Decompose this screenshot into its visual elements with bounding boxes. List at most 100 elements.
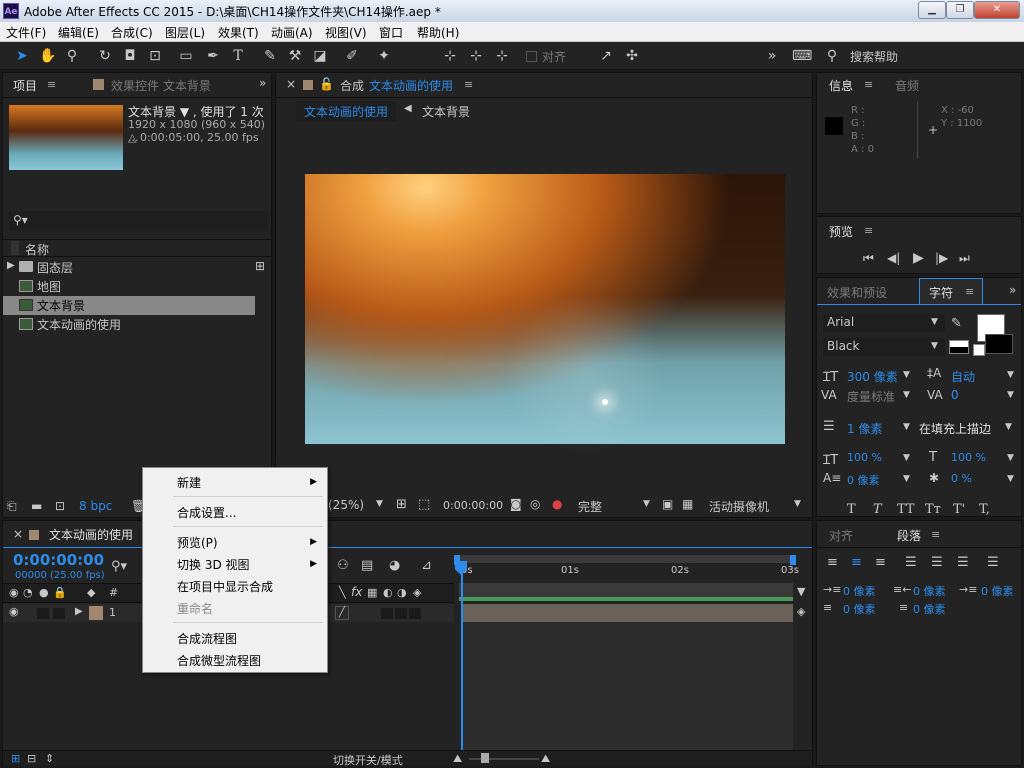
menu-item-comp-mini-flowchart[interactable]: 合成微型流程图 xyxy=(177,652,261,669)
tab-effect-controls[interactable]: 效果控件 文本背景 xyxy=(111,77,211,94)
menu-edit[interactable]: 编辑(E) xyxy=(58,24,99,41)
camera-dropdown-icon[interactable]: ▼ xyxy=(794,499,801,509)
previous-frame-icon[interactable]: ◀| xyxy=(887,251,900,265)
list-item[interactable]: 文本动画的使用 xyxy=(3,315,271,334)
close-button[interactable]: ✕ xyxy=(974,1,1020,19)
font-size-dropdown-icon[interactable]: ▼ xyxy=(903,370,910,380)
menu-help[interactable]: 帮助(H) xyxy=(417,24,459,41)
comp-timecode[interactable]: 0:00:00:00 xyxy=(443,499,503,512)
baseline-dropdown-icon[interactable]: ▼ xyxy=(903,474,910,484)
tab-character[interactable]: 字符 xyxy=(929,284,953,301)
rotate-tool-icon[interactable]: ↻ xyxy=(95,46,115,66)
preview-menu-icon[interactable]: ≡ xyxy=(864,224,873,237)
minimize-button[interactable]: ▁ xyxy=(918,1,946,19)
expand-panes-icon[interactable]: ⊟ xyxy=(27,752,36,765)
indent-left-value[interactable]: 0 像素 xyxy=(843,583,876,599)
switch-toggle[interactable] xyxy=(395,608,407,619)
text-tool-icon[interactable]: T xyxy=(228,46,248,66)
leading-value[interactable]: 自动 xyxy=(951,368,975,385)
comp-flowchart-icon[interactable]: ⊞ xyxy=(11,752,20,765)
close-tab-icon[interactable]: × xyxy=(286,77,296,91)
menu-view[interactable]: 视图(V) xyxy=(325,24,367,41)
list-item[interactable]: ▶ 固态层 ⊞ xyxy=(3,258,271,277)
font-dropdown-icon[interactable]: ▼ xyxy=(931,317,938,327)
selection-tool-icon[interactable]: ➤ xyxy=(12,46,32,66)
rectangle-tool-icon[interactable]: ▭ xyxy=(176,46,196,66)
channel-icon[interactable]: ● xyxy=(552,497,562,511)
align-right-icon[interactable]: ≡ xyxy=(875,555,886,570)
stroke-mode-dropdown-icon[interactable]: ▼ xyxy=(1005,422,1012,432)
list-item-selected[interactable]: 文本背景 xyxy=(3,296,255,315)
style-dropdown-icon[interactable]: ▼ xyxy=(931,341,938,351)
info-menu-icon[interactable]: ≡ xyxy=(864,78,873,91)
layer-visibility-icon[interactable]: ◉ xyxy=(9,605,19,618)
close-tab-icon[interactable]: × xyxy=(13,527,23,541)
axis-view-icon[interactable]: ⊹ xyxy=(492,46,512,66)
menu-item-new[interactable]: 新建 xyxy=(177,474,201,491)
maximize-button[interactable]: ❐ xyxy=(946,1,974,19)
clone-stamp-tool-icon[interactable]: ⚒ xyxy=(285,46,305,66)
toggle-switches-modes[interactable]: 切换开关/模式 xyxy=(333,752,403,768)
align-left-icon[interactable]: ≡ xyxy=(827,555,838,570)
breadcrumb-current[interactable]: 文本动画的使用 xyxy=(296,101,397,121)
timeline-nav-icon[interactable]: ◈ xyxy=(797,605,805,618)
menu-item-comp-settings[interactable]: 合成设置... xyxy=(177,504,236,521)
stroke-color-swatch[interactable] xyxy=(985,334,1013,354)
transparency-grid-icon[interactable]: ▦ xyxy=(682,497,693,511)
menu-item-toggle-3d-view[interactable]: 切换 3D 视图 xyxy=(177,556,250,573)
vertical-scale-value[interactable]: 100 % xyxy=(847,451,882,464)
snap-icon[interactable]: ↗ xyxy=(596,46,616,66)
menu-layer[interactable]: 图层(L) xyxy=(165,24,205,41)
roto-brush-tool-icon[interactable]: ✐ xyxy=(342,46,362,66)
fast-preview-icon[interactable]: ▣ xyxy=(662,497,673,511)
character-menu-icon[interactable]: ≡ xyxy=(965,285,974,298)
comp-tab-name[interactable]: 文本动画的使用 xyxy=(369,77,453,94)
eye-icon[interactable]: ◉ xyxy=(9,586,19,599)
tab-paragraph[interactable]: 段落 xyxy=(897,527,921,544)
list-item[interactable]: 地图 xyxy=(3,277,271,296)
workspace-icon[interactable]: ⌨ xyxy=(792,46,812,66)
timeline-track-area[interactable] xyxy=(461,622,793,750)
project-search-input[interactable]: ⚲▾ xyxy=(9,211,267,231)
last-frame-icon[interactable]: ⏭ xyxy=(959,251,970,266)
menu-item-preview[interactable]: 预览(P) xyxy=(177,534,218,551)
subscript-button[interactable]: T, xyxy=(979,502,990,517)
frame-blend-switch-icon[interactable]: ▦ xyxy=(367,586,377,599)
layer-expand-icon[interactable]: ▶ xyxy=(75,606,83,617)
menu-item-comp-flowchart[interactable]: 合成流程图 xyxy=(177,630,237,647)
timeline-search-icon[interactable]: ⚲▾ xyxy=(111,559,127,574)
space-after-value[interactable]: 0 像素 xyxy=(913,601,946,617)
justify-left-icon[interactable]: ☰ xyxy=(905,555,917,570)
camera-tool-icon[interactable]: ◘ xyxy=(120,46,140,66)
comp-button-icon[interactable]: ▼ xyxy=(797,585,805,598)
indent-right-value[interactable]: 0 像素 xyxy=(913,583,946,599)
tab-audio[interactable]: 音频 xyxy=(895,77,919,94)
tracking-value[interactable]: 0 xyxy=(951,388,959,402)
leading-dropdown-icon[interactable]: ▼ xyxy=(1007,370,1014,380)
panel-overflow-icon[interactable]: » xyxy=(259,76,266,90)
flowchart-icon[interactable]: ⊞ xyxy=(255,259,265,273)
in-out-icon[interactable]: ⇕ xyxy=(45,752,54,765)
menu-effect[interactable]: 效果(T) xyxy=(218,24,259,41)
menu-composition[interactable]: 合成(C) xyxy=(111,24,153,41)
tab-info[interactable]: 信息 xyxy=(829,77,853,94)
vertical-scale-dropdown-icon[interactable]: ▼ xyxy=(903,453,910,463)
motion-blur-icon[interactable]: ⊿ xyxy=(421,558,432,573)
tab-preview[interactable]: 预览 xyxy=(829,223,853,240)
draft-3d-icon[interactable]: ⚇ xyxy=(337,558,349,573)
show-snapshot-icon[interactable]: ◎ xyxy=(530,497,540,511)
3d-layer-icon[interactable]: ◈ xyxy=(413,586,421,599)
faux-italic-button[interactable]: T xyxy=(873,502,882,517)
lock-column-icon[interactable]: 🔒 xyxy=(53,586,67,599)
stroke-width-value[interactable]: 1 像素 xyxy=(847,420,882,437)
eraser-tool-icon[interactable]: ◪ xyxy=(310,46,330,66)
adjustment-layer-icon[interactable]: ◑ xyxy=(397,586,407,599)
shy-switch-icon[interactable]: ╲ xyxy=(339,586,346,599)
menu-item-reveal-in-project[interactable]: 在项目中显示合成 xyxy=(177,578,273,595)
indent-first-value[interactable]: 0 像素 xyxy=(981,583,1014,599)
small-caps-button[interactable]: Tт xyxy=(925,502,941,517)
snap-options-icon[interactable]: ✣ xyxy=(622,46,642,66)
justify-center-icon[interactable]: ☰ xyxy=(931,555,943,570)
paragraph-menu-icon[interactable]: ≡ xyxy=(931,528,940,541)
project-menu-icon[interactable]: ≡ xyxy=(47,78,56,91)
